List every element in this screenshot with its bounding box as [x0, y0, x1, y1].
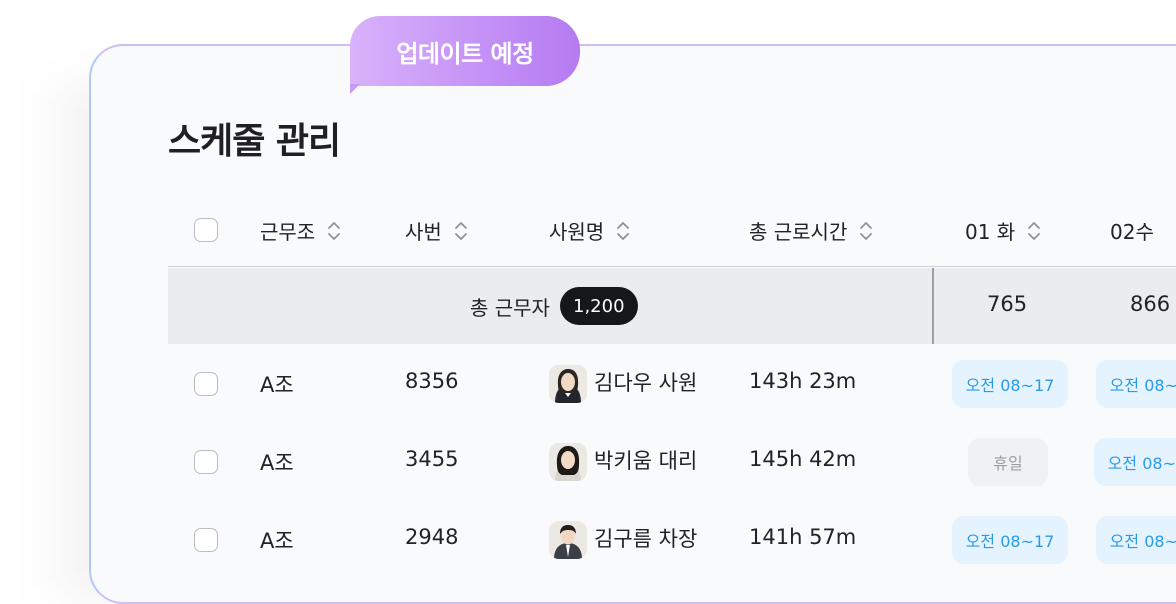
shift-chip[interactable]: 오전 08~17 [952, 516, 1068, 564]
header-day2-label: 02수 [1110, 220, 1154, 244]
sort-icon [617, 221, 630, 240]
header-emp-name-label: 사원명 [549, 220, 605, 244]
emp-no-cell: 8356 [405, 369, 459, 393]
header-total-hours-label: 총 근로시간 [749, 220, 848, 244]
update-badge-tail [350, 84, 360, 94]
table-header: 근무조 사번 사원명 총 근로시간 01 화 02수 [168, 196, 1176, 267]
shift-chip[interactable]: 오전 08~17 [1096, 516, 1176, 564]
avatar [549, 521, 587, 559]
select-all-checkbox[interactable] [194, 218, 218, 242]
avatar [549, 443, 587, 481]
total-workers-count-badge: 1,200 [560, 287, 638, 325]
group-cell: A조 [260, 373, 294, 397]
header-total-hours[interactable]: 총 근로시간 [749, 216, 873, 245]
row-checkbox[interactable] [194, 528, 218, 552]
avatar [549, 365, 587, 403]
header-day2[interactable]: 02수 [1110, 216, 1154, 245]
shift-chip-off[interactable]: 휴일 [968, 438, 1048, 486]
user-photo-icon [549, 365, 587, 403]
sort-icon [328, 221, 341, 240]
table-row[interactable]: A조 2948 김구름 차장 141h 57m 오전 08~17 오전 08~1… [168, 501, 1176, 579]
total-workers-label: 총 근무자 [470, 296, 550, 320]
header-day1[interactable]: 01 화 [965, 216, 1041, 245]
total-hours-cell: 143h 23m [749, 369, 857, 393]
sort-icon [454, 221, 467, 240]
day1-worker-count: 765 [987, 292, 1028, 316]
table-row[interactable]: A조 3455 박키움 대리 145h 42m 휴일 오전 08~17 [168, 423, 1176, 501]
emp-no-cell: 2948 [405, 525, 459, 549]
shift-chip[interactable]: 오전 08~17 [1096, 360, 1176, 408]
group-cell: A조 [260, 451, 294, 475]
emp-no-cell: 3455 [405, 447, 459, 471]
sort-icon [860, 221, 873, 240]
column-divider [932, 268, 934, 344]
row-checkbox[interactable] [194, 372, 218, 396]
page-title: 스케줄 관리 [168, 121, 341, 162]
header-day1-label: 01 화 [965, 220, 1016, 244]
day2-worker-count: 866 [1130, 292, 1171, 316]
shift-chip[interactable]: 오전 08~17 [952, 360, 1068, 408]
header-group-label: 근무조 [260, 220, 316, 244]
emp-name-cell: 김구름 차장 [594, 527, 698, 551]
header-emp-no[interactable]: 사번 [405, 216, 468, 245]
header-emp-name[interactable]: 사원명 [549, 216, 630, 245]
emp-name-cell: 김다우 사원 [594, 371, 698, 395]
header-emp-no-label: 사번 [405, 220, 442, 244]
sort-icon [1028, 221, 1041, 240]
group-cell: A조 [260, 529, 294, 553]
update-badge: 업데이트 예정 [350, 16, 580, 86]
user-photo-icon [549, 521, 587, 559]
total-hours-cell: 141h 57m [749, 525, 857, 549]
row-checkbox[interactable] [194, 450, 218, 474]
user-photo-icon [549, 443, 587, 481]
emp-name-cell: 박키움 대리 [594, 449, 698, 473]
header-group[interactable]: 근무조 [260, 216, 341, 245]
shift-chip[interactable]: 오전 08~17 [1094, 438, 1176, 486]
table-row[interactable]: A조 8356 김다우 사원 143h 23m 오전 08~17 오전 08~1… [168, 345, 1176, 423]
total-hours-cell: 145h 42m [749, 447, 857, 471]
summary-row: 총 근무자 1,200 765 866 [168, 268, 1176, 344]
